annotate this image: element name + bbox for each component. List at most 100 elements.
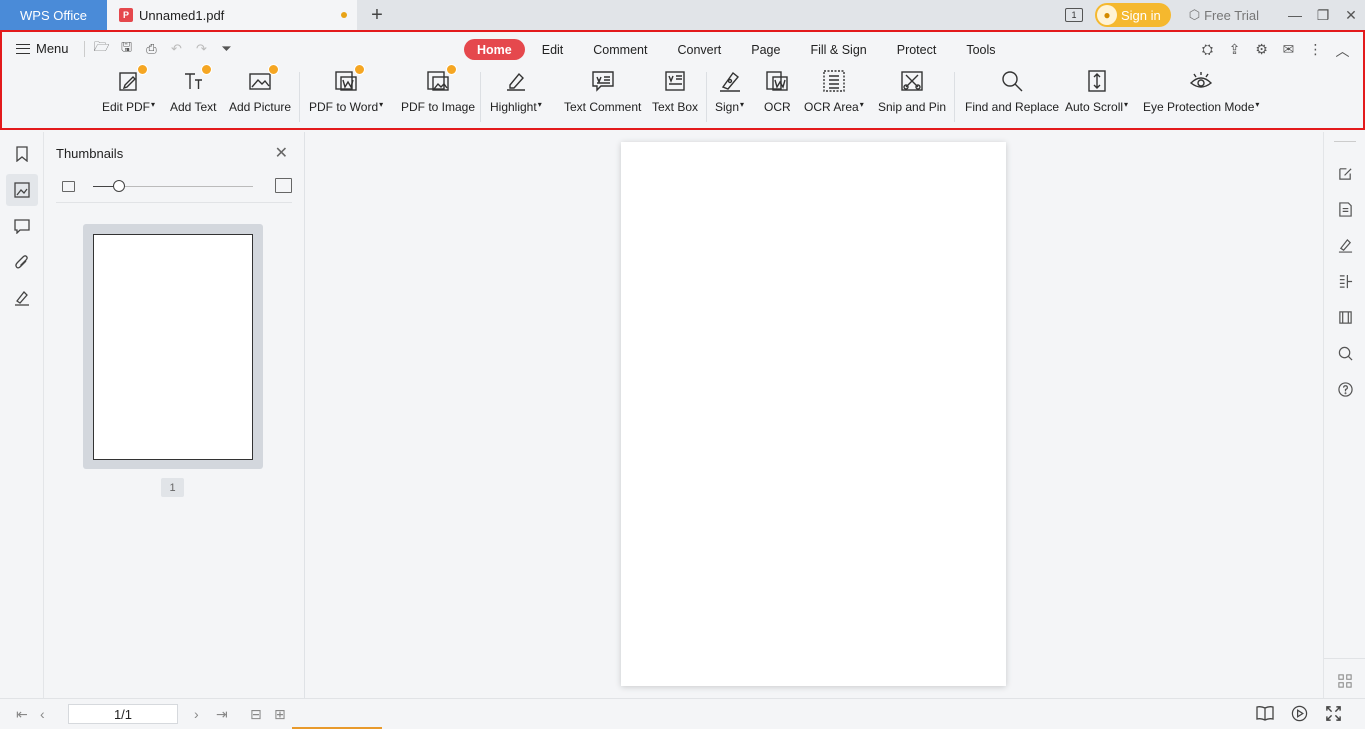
text-comment-button[interactable]: Text Comment	[564, 68, 641, 120]
redo-icon[interactable]: ↷	[193, 40, 210, 57]
collapse-ribbon-icon[interactable]: ︿	[1334, 41, 1351, 61]
page-number-input[interactable]: 1/1	[68, 704, 178, 724]
slider-handle[interactable]	[113, 180, 125, 192]
close-icon[interactable]: ✕	[275, 143, 288, 163]
divider	[299, 72, 300, 122]
bookmark-icon[interactable]	[6, 138, 38, 170]
divider	[56, 202, 292, 203]
previous-view-icon[interactable]: ⊟	[250, 706, 262, 723]
fullscreen-icon[interactable]	[1325, 705, 1342, 726]
document-properties-icon[interactable]	[1335, 199, 1355, 219]
tab-home[interactable]: Home	[464, 39, 525, 60]
compare-icon[interactable]	[1335, 271, 1355, 291]
highlight-button[interactable]: Highlight▾	[490, 68, 542, 120]
sign-in-button[interactable]: ● Sign in	[1094, 3, 1171, 27]
find-and-replace-button[interactable]: Find and Replace	[965, 68, 1059, 120]
tab-fill-sign[interactable]: Fill & Sign	[797, 39, 879, 60]
free-trial-button[interactable]: ⬡ Free Trial	[1189, 7, 1259, 23]
window-count-icon[interactable]: 1	[1064, 8, 1083, 22]
signature-panel-icon[interactable]	[6, 282, 38, 314]
menu-button[interactable]: Menu	[16, 41, 69, 56]
share-icon[interactable]: ⇪	[1226, 41, 1243, 61]
reading-mode-icon[interactable]	[1256, 705, 1274, 725]
undo-icon[interactable]: ↶	[168, 40, 185, 57]
document-tab[interactable]: P Unnamed1.pdf	[107, 0, 357, 30]
eye-protection-mode-button[interactable]: Eye Protection Mode▾	[1143, 68, 1259, 120]
restore-icon[interactable]: ❐	[1309, 7, 1337, 24]
document-tab-label: Unnamed1.pdf	[139, 7, 225, 23]
ocr-icon	[766, 71, 789, 91]
edit-pdf-button[interactable]: Edit PDF▾	[102, 64, 155, 120]
last-page-icon[interactable]: ⇥	[216, 706, 228, 723]
text-box-button[interactable]: Text Box	[652, 68, 698, 120]
play-icon[interactable]	[1291, 705, 1308, 726]
dropdown-caret-icon: ▾	[379, 100, 384, 109]
first-page-icon[interactable]: ⇤	[16, 706, 28, 723]
film-strip-icon[interactable]	[1335, 307, 1355, 327]
premium-badge-icon	[446, 64, 458, 75]
feedback-icon[interactable]: ✉	[1280, 41, 1297, 61]
help-icon[interactable]	[1335, 379, 1355, 399]
ocr-area-button[interactable]: OCR Area▾	[804, 68, 864, 120]
pdf-to-word-label: PDF to Word	[309, 100, 379, 114]
highlight-icon	[506, 72, 525, 91]
next-view-icon[interactable]: ⊞	[274, 706, 286, 723]
new-tab-button[interactable]: +	[357, 0, 397, 30]
menu-label: Menu	[36, 41, 69, 56]
small-image-icon[interactable]	[62, 181, 75, 192]
title-bar: WPS Office P Unnamed1.pdf + 1 ● Sign in …	[0, 0, 1365, 30]
add-picture-button[interactable]: Add Picture	[229, 64, 291, 120]
pdf-page[interactable]	[621, 142, 1006, 686]
print-icon[interactable]: ⎙	[143, 40, 160, 57]
tab-tools[interactable]: Tools	[953, 39, 1008, 60]
thumbnails-icon[interactable]	[6, 174, 38, 206]
ocr-button[interactable]: OCR	[764, 68, 791, 120]
edit-pdf-label: Edit PDF	[102, 100, 151, 114]
grid-apps-icon[interactable]	[1335, 671, 1355, 691]
comments-icon[interactable]	[6, 210, 38, 242]
edit-note-icon[interactable]	[1335, 163, 1355, 183]
text-comment-label: Text Comment	[564, 100, 642, 114]
settings-icon[interactable]: ⚙	[1253, 41, 1270, 61]
attachment-icon[interactable]	[6, 246, 38, 278]
pen-sign-icon[interactable]	[1335, 235, 1355, 255]
tab-protect[interactable]: Protect	[884, 39, 950, 60]
snip-and-pin-button[interactable]: Snip and Pin	[878, 68, 946, 120]
search-document-icon[interactable]	[1335, 343, 1355, 363]
tab-edit[interactable]: Edit	[529, 39, 577, 60]
pdf-to-image-button[interactable]: PDF to Image	[401, 64, 475, 120]
open-folder-icon[interactable]: 🗁	[93, 39, 110, 57]
auto-scroll-label: Auto Scroll	[1065, 100, 1124, 114]
more-options-icon[interactable]: ⋮	[1307, 41, 1324, 61]
divider	[84, 40, 85, 57]
right-sidebar	[1323, 132, 1365, 698]
customize-dropdown-icon[interactable]: ⏷	[218, 40, 235, 57]
sign-in-label: Sign in	[1120, 7, 1161, 23]
highlight-label: Highlight	[490, 100, 537, 114]
tab-comment[interactable]: Comment	[580, 39, 660, 60]
auto-scroll-button[interactable]: Auto Scroll▾	[1065, 68, 1128, 120]
text-comment-icon	[591, 71, 614, 92]
save-icon[interactable]: 🖫	[118, 39, 135, 57]
divider	[1334, 141, 1356, 142]
document-canvas[interactable]	[305, 132, 1323, 698]
minimize-icon[interactable]: —	[1281, 7, 1309, 23]
dropdown-caret-icon: ▾	[740, 100, 745, 109]
large-image-icon[interactable]	[275, 178, 292, 193]
pdf-to-word-button[interactable]: PDF to Word▾	[309, 64, 384, 120]
divider	[480, 72, 481, 122]
sign-button[interactable]: Sign▾	[715, 68, 744, 120]
find-and-replace-label: Find and Replace	[965, 100, 1060, 114]
previous-page-icon[interactable]: ‹	[40, 706, 45, 722]
page-thumbnail[interactable]	[83, 224, 263, 469]
divider	[1324, 658, 1365, 659]
snip-pin-icon	[901, 71, 923, 91]
next-page-icon[interactable]: ›	[194, 706, 199, 722]
add-user-icon[interactable]: ⛭	[1199, 41, 1216, 61]
tab-convert[interactable]: Convert	[664, 39, 734, 60]
add-text-button[interactable]: Add Text	[170, 64, 216, 120]
close-window-icon[interactable]: ✕	[1337, 7, 1365, 24]
wps-office-tab[interactable]: WPS Office	[0, 0, 107, 30]
thumbnail-size-slider[interactable]	[56, 178, 292, 202]
tab-page[interactable]: Page	[738, 39, 793, 60]
